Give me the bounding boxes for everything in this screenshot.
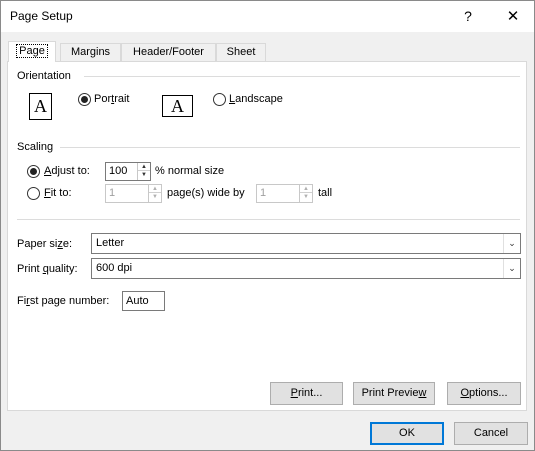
chevron-down-icon[interactable]: ⌄: [503, 259, 520, 278]
scaling-divider: [60, 147, 520, 148]
print-preview-button[interactable]: Print Preview: [353, 382, 435, 405]
adjust-to-suffix: % normal size: [155, 165, 225, 177]
options-button[interactable]: Options...: [447, 382, 521, 405]
adjust-to-label-post: djust to:: [51, 165, 90, 177]
chevron-down-icon[interactable]: ⌄: [503, 234, 520, 253]
print-quality-label-pre: Print: [17, 263, 43, 275]
first-page-number-input[interactable]: Auto: [122, 291, 165, 311]
fit-to-label-accel: F: [44, 187, 51, 199]
fit-wide-spinner[interactable]: 1 ▲ ▼: [105, 184, 162, 203]
tab-page[interactable]: Page: [8, 41, 56, 62]
portrait-radio-dot: [81, 96, 88, 103]
fit-to-label-post: it to:: [50, 187, 72, 199]
paper-size-label-post: e:: [62, 238, 73, 250]
wide-by-label: page(s) wide by: [167, 187, 245, 199]
scaling-group-label: Scaling: [17, 141, 54, 153]
adjust-to-spinner-arrows: ▲ ▼: [137, 163, 150, 180]
ok-button-label: OK: [399, 427, 415, 439]
fit-tall-spinner-arrows: ▲ ▼: [299, 185, 312, 202]
tab-sheet-label: Sheet: [226, 46, 256, 58]
first-page-label-post: st page number:: [29, 295, 110, 307]
tab-page-label: Page: [16, 44, 48, 58]
print-quality-label-post: uality:: [48, 263, 78, 275]
print-quality-value: 600 dpi: [96, 262, 133, 274]
spin-up-icon[interactable]: ▲: [138, 163, 150, 171]
print-button-label: rint...: [297, 387, 323, 399]
print-preview-label: Print Previe: [361, 387, 419, 399]
spin-down-icon[interactable]: ▼: [138, 171, 150, 179]
adjust-to-label[interactable]: Adjust to:: [44, 165, 90, 177]
spin-up-icon[interactable]: ▲: [149, 185, 161, 193]
paper-size-label: Paper size:: [17, 238, 72, 250]
portrait-label[interactable]: Portrait: [94, 93, 129, 105]
portrait-icon-letter: A: [34, 96, 47, 116]
tall-label: tall: [318, 187, 333, 199]
spin-down-icon[interactable]: ▼: [149, 193, 161, 201]
adjust-to-radio[interactable]: [27, 165, 40, 178]
paper-size-value: Letter: [96, 237, 125, 249]
fit-wide-spinner-arrows: ▲ ▼: [148, 185, 161, 202]
tab-header-footer[interactable]: Header/Footer: [121, 43, 216, 62]
fit-tall-value: 1: [260, 187, 267, 199]
close-icon[interactable]: ✕: [493, 1, 533, 32]
landscape-label-post: andscape: [235, 93, 283, 105]
portrait-radio[interactable]: [78, 93, 91, 106]
tab-margins[interactable]: Margins: [60, 43, 121, 62]
fit-to-radio[interactable]: [27, 187, 40, 200]
tab-margins-label: Margins: [70, 46, 111, 58]
adjust-to-radio-dot: [30, 168, 37, 175]
fit-to-label[interactable]: Fit to:: [44, 187, 72, 199]
tab-sheet[interactable]: Sheet: [216, 43, 266, 62]
cancel-button[interactable]: Cancel: [454, 422, 528, 445]
portrait-label-pre: Por: [94, 93, 112, 105]
adjust-to-value: 100: [109, 165, 128, 177]
print-button-accel: P: [290, 387, 298, 399]
print-button[interactable]: Print...: [270, 382, 343, 405]
first-page-number-value: Auto: [126, 295, 149, 307]
landscape-label[interactable]: Landscape: [229, 93, 283, 105]
landscape-icon: A: [162, 95, 193, 117]
print-quality-select[interactable]: 600 dpi ⌄: [91, 258, 521, 279]
options-button-label: ptions...: [469, 387, 508, 399]
window-title: Page Setup: [10, 9, 73, 23]
section-divider: [17, 219, 520, 220]
first-page-label-pre: Fi: [17, 295, 27, 307]
cancel-button-label: Cancel: [473, 427, 509, 439]
landscape-icon-letter: A: [171, 96, 184, 116]
tab-header-footer-label: Header/Footer: [133, 46, 204, 58]
options-button-accel: O: [460, 387, 470, 399]
fit-wide-value: 1: [109, 187, 116, 199]
title-bar: Page Setup ? ✕: [1, 1, 534, 32]
orientation-group-label: Orientation: [17, 70, 71, 82]
portrait-label-post: rait: [114, 93, 130, 105]
orientation-divider: [84, 76, 520, 77]
first-page-number-label: First page number:: [17, 295, 109, 307]
print-quality-label: Print quality:: [17, 263, 78, 275]
landscape-radio[interactable]: [213, 93, 226, 106]
print-preview-accel: w: [418, 387, 427, 399]
portrait-icon: A: [29, 93, 52, 120]
spin-up-icon[interactable]: ▲: [300, 185, 312, 193]
page-tab-panel: Orientation A Portrait A Landscape Scali…: [7, 61, 527, 411]
help-icon[interactable]: ?: [448, 1, 488, 32]
paper-size-label-pre: Paper si: [17, 238, 58, 250]
page-setup-dialog: Page Setup ? ✕ Page Margins Header/Foote…: [0, 0, 535, 451]
fit-tall-spinner[interactable]: 1 ▲ ▼: [256, 184, 313, 203]
adjust-to-spinner[interactable]: 100 ▲ ▼: [105, 162, 151, 181]
paper-size-select[interactable]: Letter ⌄: [91, 233, 521, 254]
spin-down-icon[interactable]: ▼: [300, 193, 312, 201]
ok-button[interactable]: OK: [370, 422, 444, 445]
